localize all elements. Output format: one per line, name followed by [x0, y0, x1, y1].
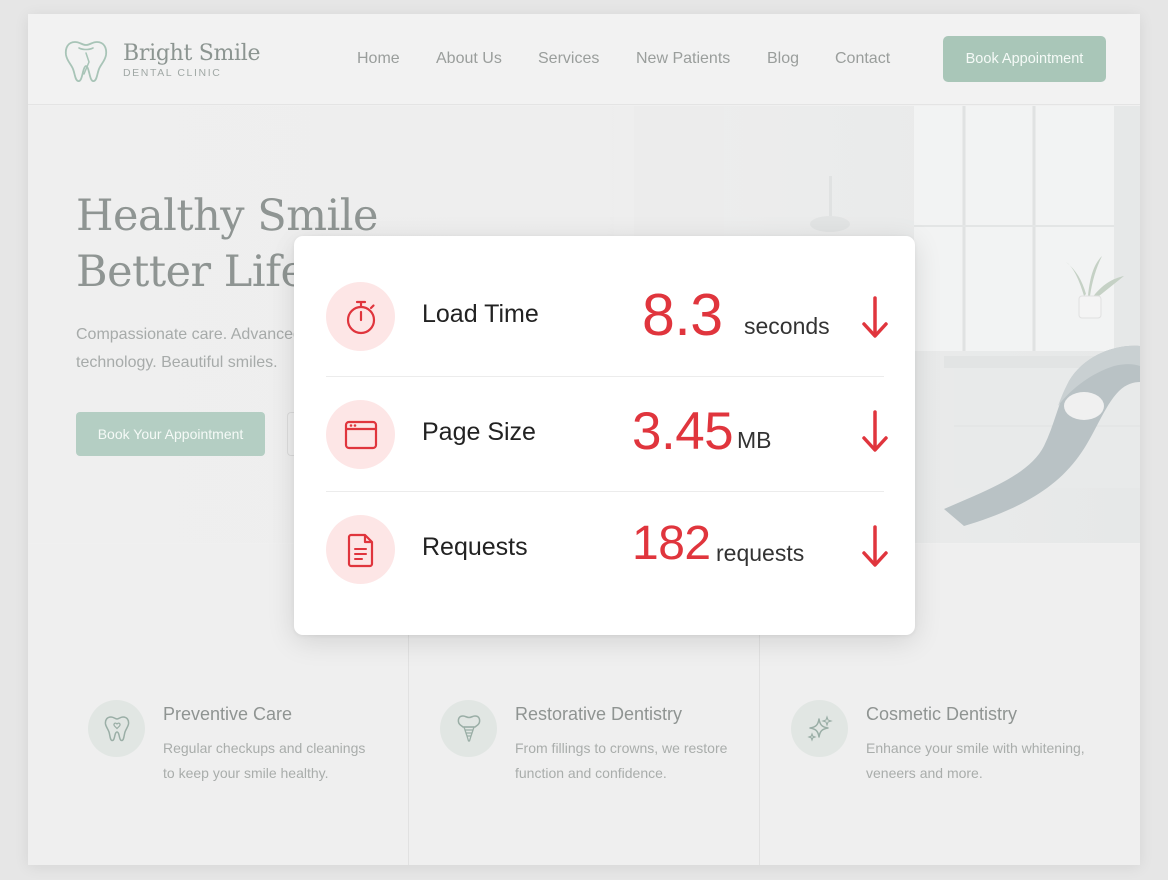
service-preventive-care[interactable]: Preventive Care Regular checkups and cle…	[88, 700, 408, 820]
service-description-line-1: Regular checkups and cleanings	[163, 740, 366, 756]
service-description: From fillings to crowns, we restore func…	[515, 736, 755, 786]
metric-value: 3.45	[632, 402, 734, 461]
service-description-line-1: Enhance your smile with whitening,	[866, 740, 1085, 756]
document-icon	[326, 515, 395, 584]
service-description: Enhance your smile with whitening, venee…	[866, 736, 1106, 786]
service-description-line-2: veneers and more.	[866, 765, 983, 781]
metric-row-load-time: Load Time 8.3 seconds	[294, 259, 915, 375]
service-title: Cosmetic Dentistry	[866, 704, 1018, 724]
sparkle-icon	[791, 700, 848, 757]
metric-label: Load Time	[422, 300, 539, 328]
services-divider	[408, 634, 409, 865]
service-restorative-dentistry[interactable]: Restorative Dentistry From fillings to c…	[440, 700, 760, 820]
tooth-icon	[88, 700, 145, 757]
nav-blog[interactable]: Blog	[767, 50, 799, 68]
service-title: Restorative Dentistry	[515, 704, 683, 724]
service-cosmetic-dentistry[interactable]: Cosmetic Dentistry Enhance your smile wi…	[791, 700, 1111, 820]
brand-name: Bright Smile	[123, 40, 261, 66]
site-header: Bright Smile DENTAL CLINIC Home About Us…	[28, 14, 1140, 105]
metric-label: Requests	[422, 533, 528, 561]
implant-icon	[440, 700, 497, 757]
performance-metrics-card: Load Time 8.3 seconds Page Size 3.45 MB	[294, 236, 915, 635]
nav-home[interactable]: Home	[357, 50, 400, 68]
book-appointment-button[interactable]: Book Appointment	[943, 36, 1106, 82]
metric-value: 8.3	[642, 282, 723, 348]
service-description-line-1: From fillings to crowns, we restore	[515, 740, 728, 756]
metric-row-requests: Requests 182 requests	[294, 492, 915, 608]
brand-subtitle: DENTAL CLINIC	[123, 66, 222, 79]
brand-logo[interactable]: Bright Smile DENTAL CLINIC	[62, 36, 261, 84]
nav-services[interactable]: Services	[538, 50, 599, 68]
arrow-down-icon	[862, 410, 888, 452]
stopwatch-icon	[326, 282, 395, 351]
metric-label: Page Size	[422, 418, 536, 446]
browser-window-icon	[326, 400, 395, 469]
service-description-line-2: to keep your smile healthy.	[163, 765, 329, 781]
service-description: Regular checkups and cleanings to keep y…	[163, 736, 403, 786]
nav-about-us[interactable]: About Us	[436, 50, 502, 68]
nav-new-patients[interactable]: New Patients	[636, 50, 730, 68]
book-your-appointment-button[interactable]: Book Your Appointment	[76, 412, 265, 456]
metric-value: 182	[632, 517, 711, 570]
nav-contact[interactable]: Contact	[835, 50, 890, 68]
service-title: Preventive Care	[163, 704, 293, 724]
metric-unit: requests	[716, 540, 805, 566]
service-description-line-2: function and confidence.	[515, 765, 667, 781]
tooth-icon	[64, 41, 108, 82]
metric-unit: MB	[737, 427, 772, 453]
arrow-down-icon	[862, 296, 888, 338]
metric-row-page-size: Page Size 3.45 MB	[294, 377, 915, 493]
arrow-down-icon	[862, 525, 888, 567]
metric-unit: seconds	[744, 313, 830, 339]
